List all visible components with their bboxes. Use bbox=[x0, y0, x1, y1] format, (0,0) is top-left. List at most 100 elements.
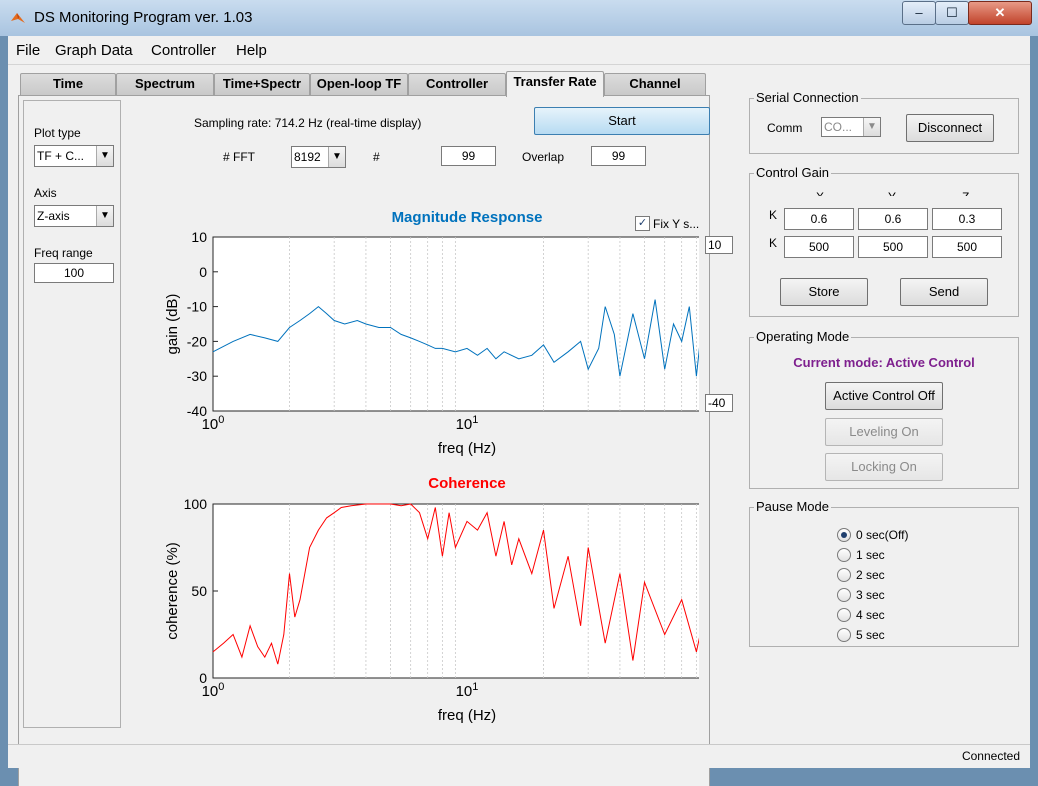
gain-x-2-input[interactable]: 500 bbox=[784, 236, 854, 258]
x-axis-label: freq (Hz) bbox=[438, 440, 496, 457]
gain-x-1-input[interactable]: 0.6 bbox=[784, 208, 854, 230]
pause-label-1: 1 sec bbox=[856, 548, 885, 562]
disconnect-button[interactable]: Disconnect bbox=[906, 114, 994, 142]
tab-time-spectr[interactable]: Time+Spectr bbox=[214, 73, 310, 96]
ymin-input[interactable]: -40 bbox=[705, 394, 733, 412]
window-title: DS Monitoring Program ver. 1.03 bbox=[34, 9, 253, 26]
y-tick-label: 50 bbox=[191, 583, 207, 599]
pause-label-2: 2 sec bbox=[856, 568, 885, 582]
y-tick-label: -20 bbox=[187, 333, 207, 349]
pause-radio-0[interactable] bbox=[837, 528, 851, 542]
y-tick-label: 10 bbox=[191, 229, 207, 245]
maximize-button[interactable]: ☐ bbox=[935, 1, 969, 25]
chevron-down-icon: ▼ bbox=[863, 118, 880, 136]
tab-controller[interactable]: Controller bbox=[408, 73, 506, 96]
pause-label-3: 3 sec bbox=[856, 588, 885, 602]
menu-bar: File Graph Data Controller Help bbox=[8, 36, 1030, 64]
serial-connection-group: Serial Connection Comm CO... ▼ Disconnec… bbox=[749, 90, 1019, 154]
chevron-down-icon: ▼ bbox=[96, 146, 113, 166]
average-input[interactable]: 99 bbox=[441, 146, 496, 166]
comm-port-dropdown[interactable]: CO... ▼ bbox=[821, 117, 881, 137]
current-mode-text: Current mode: Active Control bbox=[793, 355, 975, 370]
comm-port-value: CO... bbox=[824, 120, 853, 134]
fft-value: 8192 bbox=[294, 150, 321, 164]
tab-open-loop-tf[interactable]: Open-loop TF bbox=[310, 73, 408, 96]
pause-radio-5[interactable] bbox=[837, 628, 851, 642]
control-gain-group: Control Gain X Y Z K K 0.6 0.6 0.3 500 5… bbox=[749, 165, 1019, 317]
operating-mode-group: Operating Mode Current mode: Active Cont… bbox=[749, 329, 1019, 489]
axis-value: Z-axis bbox=[37, 209, 70, 223]
y-axis-label: coherence (%) bbox=[164, 542, 181, 640]
freq-range-label: Freq range bbox=[34, 246, 93, 260]
pause-radio-1[interactable] bbox=[837, 548, 851, 562]
active-control-off-button[interactable]: Active Control Off bbox=[825, 382, 943, 410]
axis-dropdown[interactable]: Z-axis ▼ bbox=[34, 205, 114, 227]
coherence-chart: 100101102100500Coherencefreq (Hz)coheren… bbox=[164, 475, 699, 724]
freq-range-input[interactable]: 100 bbox=[34, 263, 114, 283]
overlap-input[interactable]: 99 bbox=[591, 146, 646, 166]
y-tick-label: -10 bbox=[187, 299, 207, 315]
pause-label-4: 4 sec bbox=[856, 608, 885, 622]
average-label: # bbox=[373, 150, 380, 164]
x-tick-label: 101 bbox=[456, 681, 479, 700]
start-button[interactable]: Start bbox=[534, 107, 710, 135]
menu-controller[interactable]: Controller bbox=[151, 42, 216, 59]
axis-label: Axis bbox=[34, 186, 57, 200]
pause-label-0: 0 sec(Off) bbox=[856, 528, 909, 542]
pause-label-5: 5 sec bbox=[856, 628, 885, 642]
operating-mode-title: Operating Mode bbox=[754, 329, 852, 344]
send-button[interactable]: Send bbox=[900, 278, 988, 306]
plot-type-label: Plot type bbox=[34, 126, 81, 140]
status-text: Connected bbox=[961, 749, 1020, 763]
sampling-rate-text: Sampling rate: 714.2 Hz (real-time displ… bbox=[194, 116, 422, 130]
menu-graph-data[interactable]: Graph Data bbox=[55, 42, 133, 59]
matlab-app-icon bbox=[11, 13, 25, 23]
pause-radio-4[interactable] bbox=[837, 608, 851, 622]
y-tick-label: 0 bbox=[199, 670, 207, 686]
gain-z-2-input[interactable]: 500 bbox=[932, 236, 1002, 258]
gain-y-1-input[interactable]: 0.6 bbox=[858, 208, 928, 230]
y-tick-label: -40 bbox=[187, 403, 207, 419]
pause-radio-2[interactable] bbox=[837, 568, 851, 582]
ymax-input[interactable]: 10 bbox=[705, 236, 733, 254]
magnitude-chart: 100101102100-10-20-30-40Magnitude Respon… bbox=[164, 209, 699, 457]
gain-y-2-input[interactable]: 500 bbox=[858, 236, 928, 258]
pause-mode-group: Pause Mode 0 sec(Off) 1 sec 2 sec 3 sec … bbox=[749, 499, 1019, 647]
control-gain-title: Control Gain bbox=[754, 165, 831, 180]
close-button[interactable]: ✕ bbox=[968, 1, 1032, 25]
pause-mode-title: Pause Mode bbox=[754, 499, 831, 514]
gain-z-1-input[interactable]: 0.3 bbox=[932, 208, 1002, 230]
gain-row-k1: K bbox=[769, 208, 778, 222]
y-tick-label: 0 bbox=[199, 264, 207, 280]
y-axis-label: gain (dB) bbox=[164, 294, 181, 355]
locking-on-button[interactable]: Locking On bbox=[825, 453, 943, 481]
plot-options-panel: Plot type TF + C... ▼ Axis Z-axis ▼ Freq… bbox=[23, 100, 121, 728]
plot-area bbox=[212, 236, 699, 412]
tab-time[interactable]: Time bbox=[20, 73, 116, 96]
gain-col-y: Y bbox=[888, 190, 896, 196]
gain-row-k2: K bbox=[769, 236, 778, 250]
tab-spectrum[interactable]: Spectrum bbox=[116, 73, 214, 96]
fft-dropdown[interactable]: 8192 ▼ bbox=[291, 146, 346, 168]
gain-col-z: Z bbox=[962, 190, 969, 196]
serial-connection-title: Serial Connection bbox=[754, 90, 861, 105]
overlap-label: Overlap bbox=[522, 150, 565, 164]
leveling-on-button[interactable]: Leveling On bbox=[825, 418, 943, 446]
chart-title: Coherence bbox=[428, 475, 506, 492]
title-bar: DS Monitoring Program ver. 1.03 ‒ ☐ ✕ bbox=[0, 0, 1038, 36]
status-bar: Connected bbox=[8, 744, 1030, 768]
tab-channel[interactable]: Channel bbox=[604, 73, 706, 96]
plot-type-value: TF + C... bbox=[37, 149, 85, 163]
main-panel: Time Spectrum Time+Spectr Open-loop TF C… bbox=[8, 64, 1030, 786]
minimize-button[interactable]: ‒ bbox=[902, 1, 936, 25]
transfer-rate-tab-content: Plot type TF + C... ▼ Axis Z-axis ▼ Freq… bbox=[18, 95, 733, 786]
tab-transfer-rate[interactable]: Transfer Rate bbox=[506, 71, 604, 97]
menu-help[interactable]: Help bbox=[236, 42, 267, 59]
x-tick-label: 101 bbox=[456, 414, 479, 433]
menu-file[interactable]: File bbox=[16, 42, 40, 59]
fft-label: # FFT bbox=[223, 150, 255, 164]
plot-type-dropdown[interactable]: TF + C... ▼ bbox=[34, 145, 114, 167]
comm-label: Comm bbox=[767, 121, 803, 135]
pause-radio-3[interactable] bbox=[837, 588, 851, 602]
store-button[interactable]: Store bbox=[780, 278, 868, 306]
